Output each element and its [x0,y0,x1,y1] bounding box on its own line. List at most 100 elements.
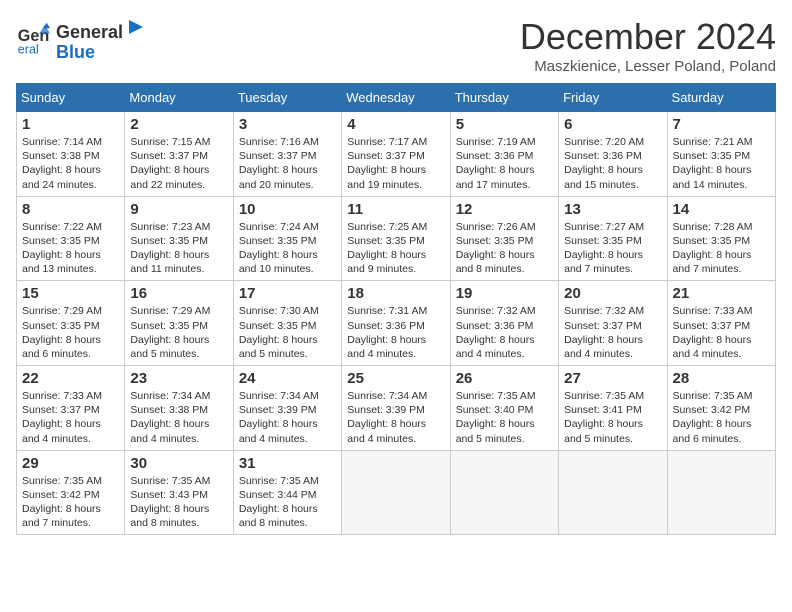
calendar-day-header: Saturday [667,84,775,112]
day-info: Sunrise: 7:15 AM Sunset: 3:37 PM Dayligh… [130,135,227,192]
day-number: 22 [22,370,119,387]
day-info: Sunrise: 7:35 AM Sunset: 3:44 PM Dayligh… [239,474,336,531]
calendar-header-row: SundayMondayTuesdayWednesdayThursdayFrid… [17,84,776,112]
day-number: 5 [456,116,553,133]
day-cell: 3Sunrise: 7:16 AM Sunset: 3:37 PM Daylig… [233,112,341,197]
day-cell: 6 Sunrise: 7:20 AM Sunset: 3:36 PM Daylig… [559,112,667,197]
day-info: Sunrise: 7:31 AM Sunset: 3:36 PM Dayligh… [347,304,444,361]
day-cell: 17Sunrise: 7:30 AM Sunset: 3:35 PM Dayli… [233,281,341,366]
day-cell: 25Sunrise: 7:34 AM Sunset: 3:39 PM Dayli… [342,366,450,451]
day-cell: 22 Sunrise: 7:33 AM Sunset: 3:37 PM Dayli… [17,366,125,451]
day-number: 19 [456,285,553,302]
day-number: 13 [564,201,661,218]
day-cell: 15Sunrise: 7:29 AM Sunset: 3:35 PM Dayli… [17,281,125,366]
page-header: Gen eral General Blue December 2024 Masz… [16,16,776,75]
day-cell: 30 Sunrise: 7:35 AM Sunset: 3:43 PM Dayli… [125,450,233,535]
day-info: Sunrise: 7:24 AM Sunset: 3:35 PM Dayligh… [239,220,336,277]
day-number: 23 [130,370,227,387]
day-info: Sunrise: 7:28 AM Sunset: 3:35 PM Dayligh… [673,220,770,277]
day-info: Sunrise: 7:23 AM Sunset: 3:35 PM Dayligh… [130,220,227,277]
day-info: Sunrise: 7:35 AM Sunset: 3:41 PM Dayligh… [564,389,661,446]
day-info: Sunrise: 7:33 AM Sunset: 3:37 PM Dayligh… [22,389,119,446]
day-info: Sunrise: 7:22 AM Sunset: 3:35 PM Dayligh… [22,220,119,277]
day-info: Sunrise: 7:33 AM Sunset: 3:37 PM Dayligh… [673,304,770,361]
day-info: Sunrise: 7:19 AM Sunset: 3:36 PM Dayligh… [456,135,553,192]
day-number: 8 [22,201,119,218]
day-info: Sunrise: 7:35 AM Sunset: 3:42 PM Dayligh… [22,474,119,531]
day-cell: 5 Sunrise: 7:19 AM Sunset: 3:36 PM Daylig… [450,112,558,197]
day-cell: 29 Sunrise: 7:35 AM Sunset: 3:42 PM Dayli… [17,450,125,535]
empty-day-cell [559,450,667,535]
day-number: 29 [22,455,119,472]
day-number: 17 [239,285,336,302]
logo-general: General [56,23,123,43]
day-info: Sunrise: 7:27 AM Sunset: 3:35 PM Dayligh… [564,220,661,277]
day-number: 6 [564,116,661,133]
day-cell: 27Sunrise: 7:35 AM Sunset: 3:41 PM Dayli… [559,366,667,451]
day-number: 7 [673,116,770,133]
calendar-day-header: Thursday [450,84,558,112]
day-number: 2 [130,116,227,133]
location: Maszkienice, Lesser Poland, Poland [520,58,776,75]
day-cell: 9 Sunrise: 7:23 AM Sunset: 3:35 PM Daylig… [125,196,233,281]
day-number: 14 [673,201,770,218]
logo-icon: Gen eral [16,21,52,57]
day-cell: 2 Sunrise: 7:15 AM Sunset: 3:37 PM Daylig… [125,112,233,197]
day-number: 30 [130,455,227,472]
day-cell: 4Sunrise: 7:17 AM Sunset: 3:37 PM Daylig… [342,112,450,197]
month-title: December 2024 [520,16,776,58]
day-info: Sunrise: 7:16 AM Sunset: 3:37 PM Dayligh… [239,135,336,192]
day-cell: 10 Sunrise: 7:24 AM Sunset: 3:35 PM Dayli… [233,196,341,281]
day-cell: 8 Sunrise: 7:22 AM Sunset: 3:35 PM Daylig… [17,196,125,281]
day-number: 9 [130,201,227,218]
day-info: Sunrise: 7:25 AM Sunset: 3:35 PM Dayligh… [347,220,444,277]
day-cell: 14 Sunrise: 7:28 AM Sunset: 3:35 PM Dayli… [667,196,775,281]
logo: Gen eral General Blue [16,16,147,63]
day-cell: 23Sunrise: 7:34 AM Sunset: 3:38 PM Dayli… [125,366,233,451]
day-cell: 21 Sunrise: 7:33 AM Sunset: 3:37 PM Dayli… [667,281,775,366]
day-number: 26 [456,370,553,387]
calendar-day-header: Tuesday [233,84,341,112]
day-cell: 18 Sunrise: 7:31 AM Sunset: 3:36 PM Dayli… [342,281,450,366]
day-info: Sunrise: 7:29 AM Sunset: 3:35 PM Dayligh… [130,304,227,361]
day-cell: 24 Sunrise: 7:34 AM Sunset: 3:39 PM Dayli… [233,366,341,451]
day-cell: 7 Sunrise: 7:21 AM Sunset: 3:35 PM Daylig… [667,112,775,197]
day-number: 21 [673,285,770,302]
day-number: 20 [564,285,661,302]
day-cell: 19Sunrise: 7:32 AM Sunset: 3:36 PM Dayli… [450,281,558,366]
day-number: 16 [130,285,227,302]
day-number: 18 [347,285,444,302]
day-info: Sunrise: 7:35 AM Sunset: 3:40 PM Dayligh… [456,389,553,446]
day-cell: 26 Sunrise: 7:35 AM Sunset: 3:40 PM Dayli… [450,366,558,451]
day-number: 28 [673,370,770,387]
logo-blue: Blue [56,43,147,63]
day-info: Sunrise: 7:35 AM Sunset: 3:43 PM Dayligh… [130,474,227,531]
svg-text:eral: eral [18,43,39,57]
day-number: 25 [347,370,444,387]
calendar-day-header: Monday [125,84,233,112]
day-cell: 1 Sunrise: 7:14 AM Sunset: 3:38 PM Daylig… [17,112,125,197]
empty-day-cell [342,450,450,535]
calendar-table: SundayMondayTuesdayWednesdayThursdayFrid… [16,83,776,535]
day-info: Sunrise: 7:35 AM Sunset: 3:42 PM Dayligh… [673,389,770,446]
day-cell: 12Sunrise: 7:26 AM Sunset: 3:35 PM Dayli… [450,196,558,281]
day-info: Sunrise: 7:20 AM Sunset: 3:36 PM Dayligh… [564,135,661,192]
calendar-body: 1 Sunrise: 7:14 AM Sunset: 3:38 PM Daylig… [17,112,776,535]
day-info: Sunrise: 7:21 AM Sunset: 3:35 PM Dayligh… [673,135,770,192]
day-info: Sunrise: 7:32 AM Sunset: 3:37 PM Dayligh… [564,304,661,361]
day-number: 31 [239,455,336,472]
day-number: 1 [22,116,119,133]
day-cell: 13 Sunrise: 7:27 AM Sunset: 3:35 PM Dayli… [559,196,667,281]
day-number: 10 [239,201,336,218]
day-info: Sunrise: 7:17 AM Sunset: 3:37 PM Dayligh… [347,135,444,192]
logo-arrow-icon [125,16,147,38]
day-number: 24 [239,370,336,387]
day-info: Sunrise: 7:34 AM Sunset: 3:39 PM Dayligh… [239,389,336,446]
calendar-day-header: Friday [559,84,667,112]
day-info: Sunrise: 7:14 AM Sunset: 3:38 PM Dayligh… [22,135,119,192]
day-info: Sunrise: 7:26 AM Sunset: 3:35 PM Dayligh… [456,220,553,277]
title-area: December 2024 Maszkienice, Lesser Poland… [520,16,776,75]
calendar-day-header: Wednesday [342,84,450,112]
day-cell: 31 Sunrise: 7:35 AM Sunset: 3:44 PM Dayli… [233,450,341,535]
day-cell: 28 Sunrise: 7:35 AM Sunset: 3:42 PM Dayli… [667,366,775,451]
